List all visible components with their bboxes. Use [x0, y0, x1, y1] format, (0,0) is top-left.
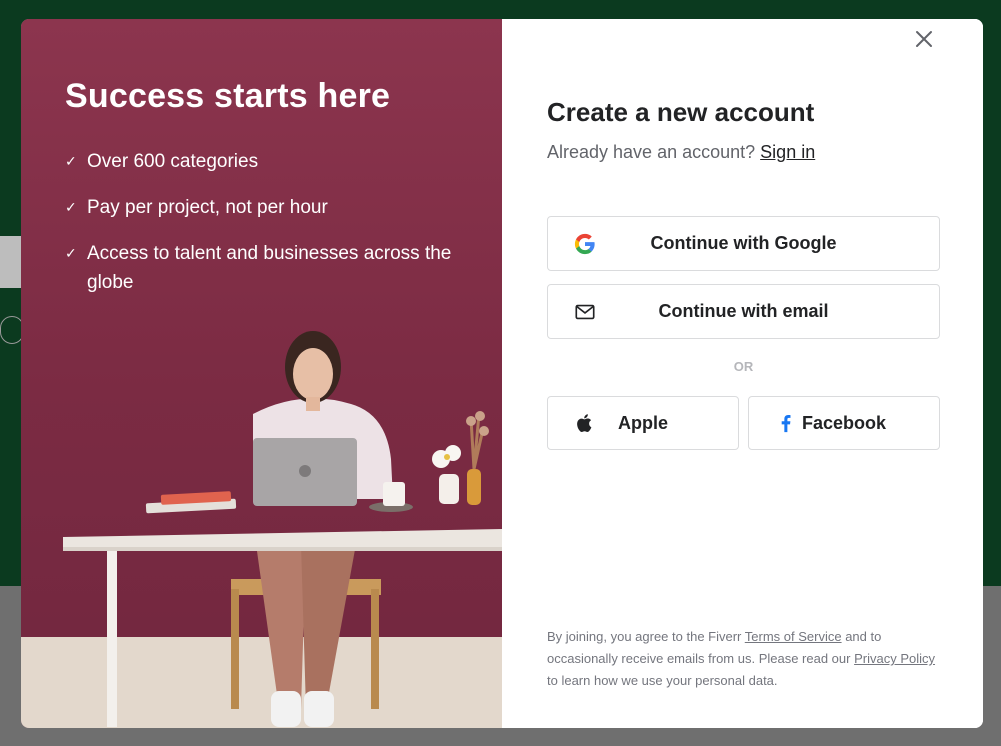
or-divider: OR — [733, 359, 754, 374]
apple-icon — [577, 414, 592, 432]
close-icon — [916, 31, 932, 47]
benefit-item: ✓ Access to talent and businesses across… — [65, 239, 465, 297]
check-icon: ✓ — [65, 153, 77, 169]
facebook-icon — [781, 415, 791, 433]
benefit-item: ✓ Over 600 categories — [65, 147, 465, 176]
form-title: Create a new account — [547, 97, 815, 127]
google-button-label: Continue with Google — [650, 233, 837, 253]
legal-text: By joining, you agree to the Fiverr — [547, 629, 745, 644]
benefit-text: Over 600 categories — [87, 151, 259, 172]
check-icon: ✓ — [65, 245, 77, 261]
signup-form-panel: Create a new account Already have an acc… — [502, 19, 983, 728]
signup-modal: Success starts here ✓ Over 600 categorie… — [21, 19, 983, 728]
have-account-text: Already have an account? — [547, 142, 756, 162]
apple-button[interactable]: Apple — [547, 396, 739, 450]
continue-with-email-button[interactable]: Continue with email — [547, 284, 940, 339]
legal-text: to learn how we use your personal data. — [547, 673, 778, 688]
google-icon — [574, 233, 595, 254]
legal-notice: By joining, you agree to the Fiverr Term… — [547, 626, 947, 692]
benefit-text: Access to talent and businesses across t… — [87, 243, 452, 293]
woman-at-desk-illustration — [63, 331, 502, 727]
email-button-label: Continue with email — [658, 301, 829, 321]
benefits-list: ✓ Over 600 categories ✓ Pay per project,… — [65, 147, 465, 314]
promo-panel: Success starts here ✓ Over 600 categorie… — [21, 19, 502, 728]
sign-in-prompt: Already have an account? Sign in — [547, 142, 815, 163]
benefit-text: Pay per project, not per hour — [87, 197, 328, 218]
privacy-policy-link[interactable]: Privacy Policy — [854, 651, 935, 666]
envelope-icon — [575, 304, 595, 319]
continue-with-google-button[interactable]: Continue with Google — [547, 216, 940, 271]
sign-in-link[interactable]: Sign in — [760, 142, 815, 162]
terms-of-service-link[interactable]: Terms of Service — [745, 629, 842, 644]
check-icon: ✓ — [65, 199, 77, 215]
benefit-item: ✓ Pay per project, not per hour — [65, 193, 465, 222]
promo-headline: Success starts here — [65, 77, 391, 115]
facebook-button[interactable]: Facebook — [748, 396, 940, 450]
close-button[interactable] — [912, 27, 936, 51]
